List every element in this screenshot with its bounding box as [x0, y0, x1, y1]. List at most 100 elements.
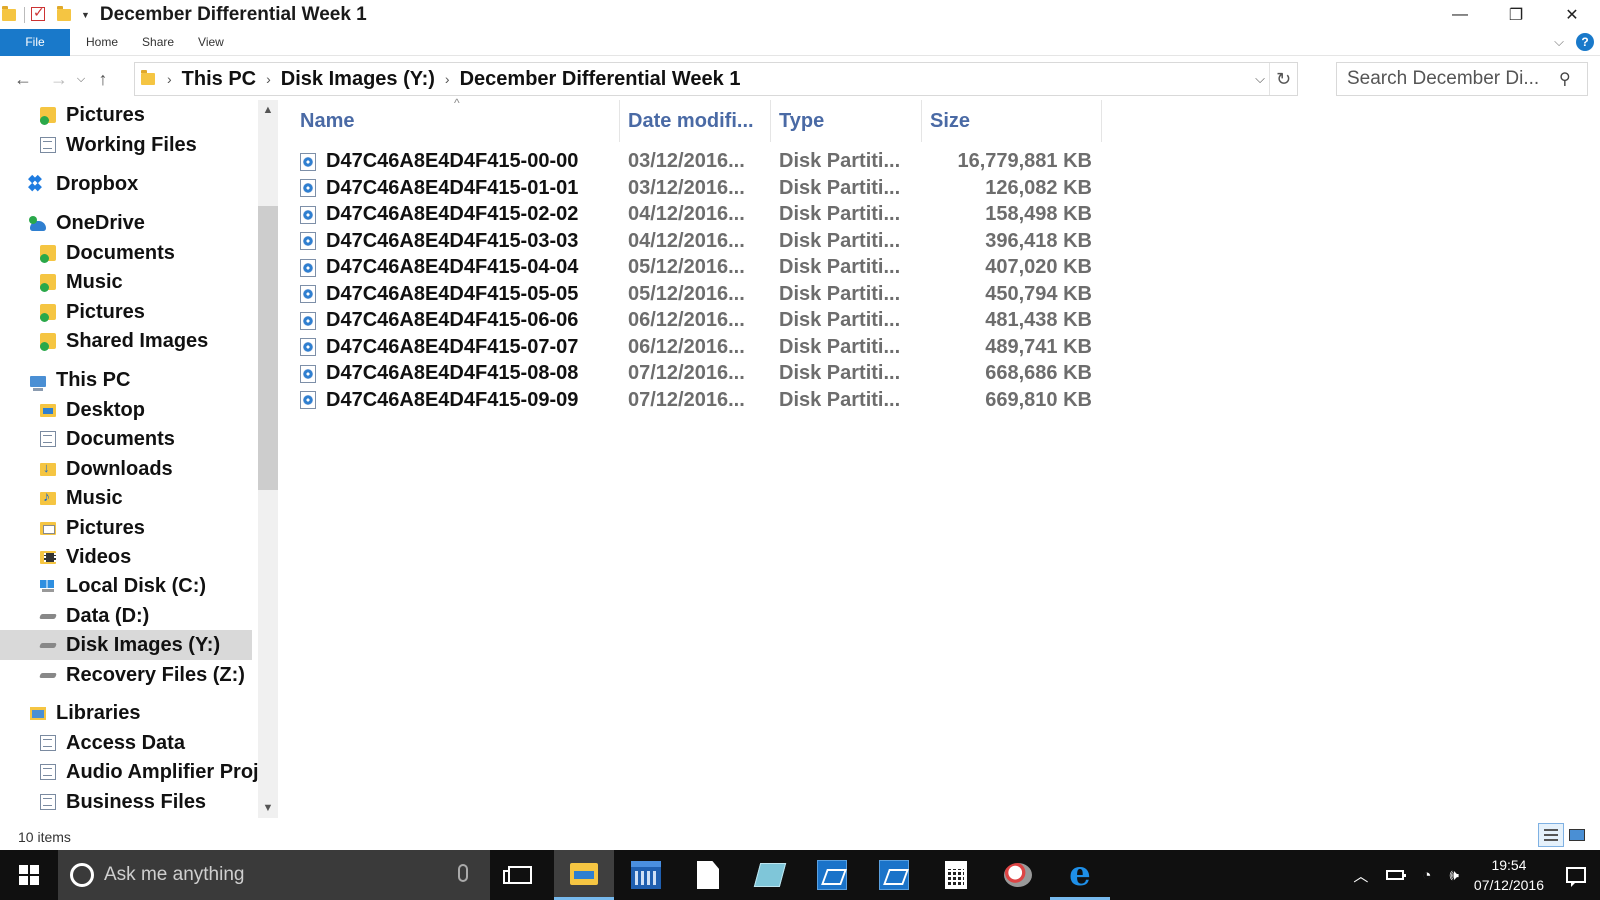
- edge-taskbar-button[interactable]: e: [1050, 850, 1110, 900]
- close-button[interactable]: ✕: [1544, 0, 1600, 29]
- sidebar-item[interactable]: Recovery Files (Z:): [0, 660, 252, 690]
- file-row[interactable]: D47C46A8E4D4F415-08-08 07/12/2016... Disk …: [286, 360, 1106, 387]
- help-icon[interactable]: ?: [1576, 33, 1594, 51]
- file-row[interactable]: D47C46A8E4D4F415-05-05 05/12/2016... Disk …: [286, 281, 1106, 308]
- expand-ribbon-icon[interactable]: ⌵: [1554, 34, 1564, 50]
- sidebar-item-label: Desktop: [66, 398, 145, 421]
- sidebar-item[interactable]: Downloads: [0, 454, 252, 484]
- cortana-search-input[interactable]: [104, 864, 424, 886]
- large-icons-view-button[interactable]: [1564, 823, 1590, 847]
- maximize-button[interactable]: ❐: [1488, 0, 1544, 29]
- new-folder-icon[interactable]: [57, 5, 73, 23]
- file-name: D47C46A8E4D4F415-05-05: [326, 282, 579, 305]
- file-row[interactable]: D47C46A8E4D4F415-09-09 07/12/2016... Disk …: [286, 387, 1106, 414]
- file-name-cell: D47C46A8E4D4F415-03-03: [300, 228, 578, 255]
- file-row[interactable]: D47C46A8E4D4F415-00-00 03/12/2016... Disk …: [286, 148, 1106, 175]
- breadcrumb-chevron-icon[interactable]: ›: [445, 71, 450, 87]
- details-view-button[interactable]: [1538, 823, 1564, 847]
- wifi-icon[interactable]: ◔: [1422, 867, 1431, 884]
- back-arrow-icon[interactable]: ←: [12, 64, 34, 94]
- sidebar-item[interactable]: Videos: [0, 542, 252, 572]
- tab-home[interactable]: Home: [70, 29, 132, 56]
- sidebar-item[interactable]: Pictures: [0, 513, 252, 543]
- notepad-taskbar-button[interactable]: [678, 850, 738, 900]
- ribbon-tabs: File Home Share View ⌵ ?: [0, 28, 1600, 56]
- sidebar-item[interactable]: Pictures: [0, 100, 252, 130]
- libraries-icon: [30, 706, 46, 720]
- sidebar-item[interactable]: Libraries: [0, 698, 252, 728]
- scroll-down-icon[interactable]: ▼: [258, 798, 278, 818]
- sidebar-item[interactable]: Documents: [0, 238, 252, 268]
- sidebar-item[interactable]: Music: [0, 267, 252, 297]
- breadcrumb-chevron-icon[interactable]: ›: [167, 71, 172, 87]
- file-explorer-taskbar-button[interactable]: [554, 850, 614, 900]
- sidebar-item[interactable]: Desktop: [0, 395, 252, 425]
- sidebar-item[interactable]: Working Files: [0, 130, 252, 160]
- customize-toolbar-icon[interactable]: ▼: [81, 10, 90, 20]
- breadcrumb-this-pc[interactable]: This PC: [182, 68, 256, 91]
- sidebar-item[interactable]: This PC: [0, 365, 252, 395]
- sidebar-item[interactable]: Disk Images (Y:): [0, 630, 252, 660]
- pictures-folder-icon: [40, 521, 56, 535]
- properties-check-icon[interactable]: [31, 4, 47, 23]
- document-icon: [40, 764, 56, 780]
- scroll-up-icon[interactable]: ▲: [258, 100, 278, 120]
- forward-arrow-icon[interactable]: →: [48, 64, 70, 94]
- battery-icon[interactable]: [1386, 870, 1407, 880]
- file-row[interactable]: D47C46A8E4D4F415-07-07 06/12/2016... Disk …: [286, 334, 1106, 361]
- sidebar-item[interactable]: Pictures: [0, 297, 252, 327]
- sidebar-item[interactable]: Business Files: [0, 787, 252, 817]
- sidebar-item[interactable]: Audio Amplifier Proj: [0, 757, 259, 787]
- tab-share[interactable]: Share: [132, 29, 188, 56]
- start-button[interactable]: [0, 850, 58, 900]
- sidebar-item[interactable]: Music: [0, 483, 252, 513]
- microphone-icon[interactable]: [458, 864, 468, 882]
- sidebar-item[interactable]: Access Data: [0, 728, 252, 758]
- search-box[interactable]: ⚲: [1336, 62, 1588, 96]
- calculator-taskbar-button[interactable]: [926, 850, 986, 900]
- file-row[interactable]: D47C46A8E4D4F415-01-01 03/12/2016... Disk …: [286, 175, 1106, 202]
- breadcrumb-chevron-icon[interactable]: ›: [266, 71, 271, 87]
- address-bar[interactable]: › This PC › Disk Images (Y:) › December …: [134, 62, 1298, 96]
- backup-app-taskbar-button[interactable]: [802, 850, 862, 900]
- sidebar-item[interactable]: Data (D:): [0, 601, 252, 631]
- volume-icon[interactable]: 🕪: [1449, 867, 1458, 884]
- tab-view[interactable]: View: [188, 29, 238, 56]
- column-header-name[interactable]: Name: [286, 100, 620, 142]
- sidebar-item[interactable]: Dropbox: [0, 169, 252, 199]
- address-dropdown-icon[interactable]: ⌵: [1255, 71, 1265, 87]
- task-view-button[interactable]: [490, 850, 550, 900]
- file-row[interactable]: D47C46A8E4D4F415-04-04 05/12/2016... Disk …: [286, 254, 1106, 281]
- snipping-tool-taskbar-button[interactable]: [988, 850, 1048, 900]
- bank-app-taskbar-button[interactable]: [616, 850, 676, 900]
- notebook-taskbar-button[interactable]: [740, 850, 800, 900]
- tab-file[interactable]: File: [0, 28, 70, 56]
- search-icon[interactable]: ⚲: [1559, 69, 1571, 89]
- sidebar-item[interactable]: OneDrive: [0, 208, 252, 238]
- navigation-pane-scrollbar[interactable]: ▲ ▼: [258, 100, 278, 818]
- column-header-date[interactable]: Date modifi...: [620, 100, 771, 142]
- breadcrumb-disk-images[interactable]: Disk Images (Y:): [281, 68, 435, 91]
- recent-locations-chevron-icon[interactable]: ⌵: [70, 64, 92, 94]
- file-row[interactable]: D47C46A8E4D4F415-06-06 06/12/2016... Disk …: [286, 307, 1106, 334]
- file-row[interactable]: D47C46A8E4D4F415-02-02 04/12/2016... Disk …: [286, 201, 1106, 228]
- clock[interactable]: 19:54 07/12/2016: [1474, 855, 1544, 895]
- sidebar-item[interactable]: Shared Images: [0, 326, 252, 356]
- action-center-button[interactable]: [1552, 850, 1600, 900]
- breadcrumb-current-folder[interactable]: December Differential Week 1: [460, 68, 741, 91]
- file-name: D47C46A8E4D4F415-09-09: [326, 388, 579, 411]
- search-input[interactable]: [1347, 68, 1557, 90]
- minimize-button[interactable]: —: [1432, 0, 1488, 29]
- column-header-type[interactable]: Type: [771, 100, 922, 142]
- backup-app-2-taskbar-button[interactable]: [864, 850, 924, 900]
- column-header-size[interactable]: Size: [922, 100, 1102, 142]
- sidebar-item[interactable]: Documents: [0, 424, 252, 454]
- refresh-icon[interactable]: ↻: [1269, 63, 1297, 95]
- cortana-search[interactable]: [58, 850, 490, 900]
- show-hidden-icons-icon[interactable]: ︿: [1353, 865, 1368, 886]
- up-arrow-icon[interactable]: ↑: [92, 64, 114, 94]
- file-row[interactable]: D47C46A8E4D4F415-03-03 04/12/2016... Disk …: [286, 228, 1106, 255]
- scrollbar-thumb[interactable]: [258, 206, 278, 490]
- sidebar-item[interactable]: Local Disk (C:): [0, 571, 252, 601]
- file-size: 669,810 KB: [985, 388, 1092, 411]
